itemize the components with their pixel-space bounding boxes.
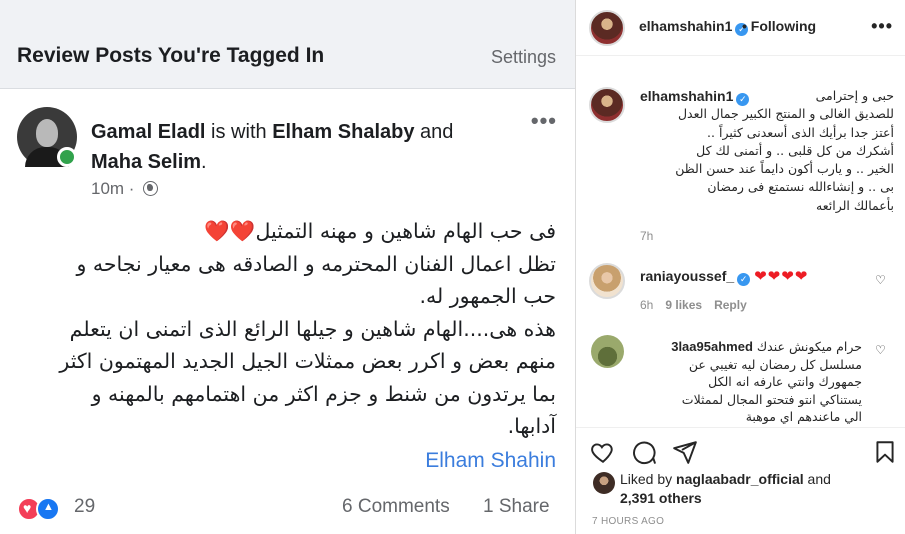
comments-count[interactable]: 6 Comments [342,496,450,518]
caption-line: أشكرك من كل قلبى .. و أتمنى لك كل [696,142,894,158]
shares-count[interactable]: 1 Share [483,496,550,518]
caption-line: حبى و إحترامى [815,88,894,103]
bookmark-icon[interactable] [872,439,898,465]
verified-badge-icon: ✓ [737,273,751,286]
caption-line: الخير .. و يارب أكون دايماً عند حسن الظن [675,161,894,177]
post-line: منهم بعض و اكرر بعض ممثلات الجيل الجديد … [59,349,556,373]
facebook-screenshot: Review Posts You're Tagged In Settings G… [0,0,575,534]
comment-username-text[interactable]: raniayoussef_ [640,268,734,284]
comment-line: جمهورك وانتي عارفه انه الكل [708,374,862,389]
tagged-user-1[interactable]: Elham Shalaby [272,121,414,143]
caption-line: بى .. و إنشاءالله نستمتع فى رمضان [707,179,894,195]
globe-icon [143,181,159,196]
post-line: بما يرتدون من شنط و جزم اكثر من اهتمامهم… [91,381,556,406]
profile-avatar[interactable] [589,10,625,46]
ig-post-header: elhamshahin1 ✓ • Following ••• [576,0,905,56]
post-line: آدابها. [507,414,556,438]
comment-line: الي ماعندهم اي موهبة [745,409,862,424]
comments-list[interactable]: elhamshahin1 ✓ حبى و إحترامى للصديق الغال… [576,57,905,427]
comment-like-heart-icon[interactable]: ♡ [875,344,886,356]
comment-line: مسلسل كل رمضان ليه تغيبي عن [688,356,862,372]
commenter-avatar[interactable] [591,335,624,368]
post-line: هذه هى....الهام شاهين و جيلها الرائع الذ… [69,316,556,341]
header-username[interactable]: elhamshahin1 ✓ [639,18,749,36]
instagram-panel: elhamshahin1 ✓ • Following ••• elhamshahi… [575,0,905,534]
comment-meta: 6h 9 likes Reply [640,298,747,312]
post-body: فى حب الهام شاهين و مهنه التمثيل❤️❤️ تظل… [14,215,556,443]
commenter-avatar[interactable] [589,263,625,299]
reply-button[interactable]: Reply [714,298,747,312]
reaction-count[interactable]: 29 [74,496,95,518]
caption-time[interactable]: 7h [640,229,653,243]
hearts-emoji: ❤️❤️ [204,219,256,243]
post-timestamp[interactable]: 7 HOURS AGO [592,516,664,527]
liked-by-user[interactable]: naglaabadr_official [676,471,804,487]
liked-by-others[interactable]: 2,391 others [620,490,702,506]
period: . [201,151,207,173]
share-icon[interactable] [672,439,698,465]
more-options-icon[interactable]: ••• [871,16,893,37]
likes-summary: Liked by naglaabadr_official and 2,391 o… [620,470,890,508]
comment-body: حرام ميكونش عندك 3laa95ahmed مسلسل كل رم… [630,338,862,426]
liker-avatar[interactable] [593,472,615,494]
caption-line: أعتز جدا برأيك الذى أسعدنى كثيراً .. [707,124,894,140]
comment-line: يستناكي انتو فتحتو المجال لممثلات [681,391,862,407]
tagged-user-2[interactable]: Maha Selim [91,151,201,173]
comment-username[interactable]: 3laa95ahmed [671,339,753,354]
caption-line: للصديق الغالى و المنتج الكبير جمال العدل [677,106,894,122]
review-header: Review Posts You're Tagged In Settings [0,0,575,89]
post-time[interactable]: 10m · [91,179,139,198]
comment-line: حرام ميكونش عندك [756,339,862,354]
more-options-icon[interactable]: ••• [531,108,557,134]
online-status-dot [57,147,77,167]
comment-username[interactable]: raniayoussef_ ✓ ❤❤❤❤ [640,267,808,286]
caption-line: بأعمالك الرائعه [816,197,894,213]
comment-likes[interactable]: 9 likes [665,298,702,312]
like-reaction-icon [36,497,60,521]
author-name[interactable]: Gamal Eladl [91,121,206,143]
post-line: حب الجمهور له. [419,284,556,308]
comment-first-line: حرام ميكونش عندك 3laa95ahmed [630,338,862,356]
post-line: تظل اعمال الفنان المحترمه و الصادقه هى م… [76,251,556,276]
review-title: Review Posts You're Tagged In [17,44,325,67]
post-author-line: Gamal Eladl is with Elham Shalaby and Ma… [91,117,521,177]
heart-icon[interactable] [590,439,616,465]
and-text: and [414,121,454,143]
comment-icon[interactable] [631,439,657,465]
liked-by-and: and [803,471,831,487]
comment-text: ❤❤❤❤ [754,268,809,285]
with-text: is with [205,121,273,143]
post-line-text: فى حب الهام شاهين و مهنه التمثيل [255,219,556,243]
comment-like-heart-icon[interactable]: ♡ [875,274,886,286]
header-username-text[interactable]: elhamshahin1 [639,18,732,34]
post-signature: Elham Shahin [425,449,556,472]
settings-link[interactable]: Settings [491,47,556,68]
post-line: فى حب الهام شاهين و مهنه التمثيل❤️❤️ [14,215,556,248]
caption-avatar[interactable] [589,87,625,123]
liked-by-prefix: Liked by [620,471,677,487]
comment-time[interactable]: 6h [640,298,653,312]
caption-text: حبى و إحترامى للصديق الغالى و المنتج الك… [640,87,894,215]
post-meta: 10m · [91,179,159,199]
following-button[interactable]: • Following [742,18,816,34]
